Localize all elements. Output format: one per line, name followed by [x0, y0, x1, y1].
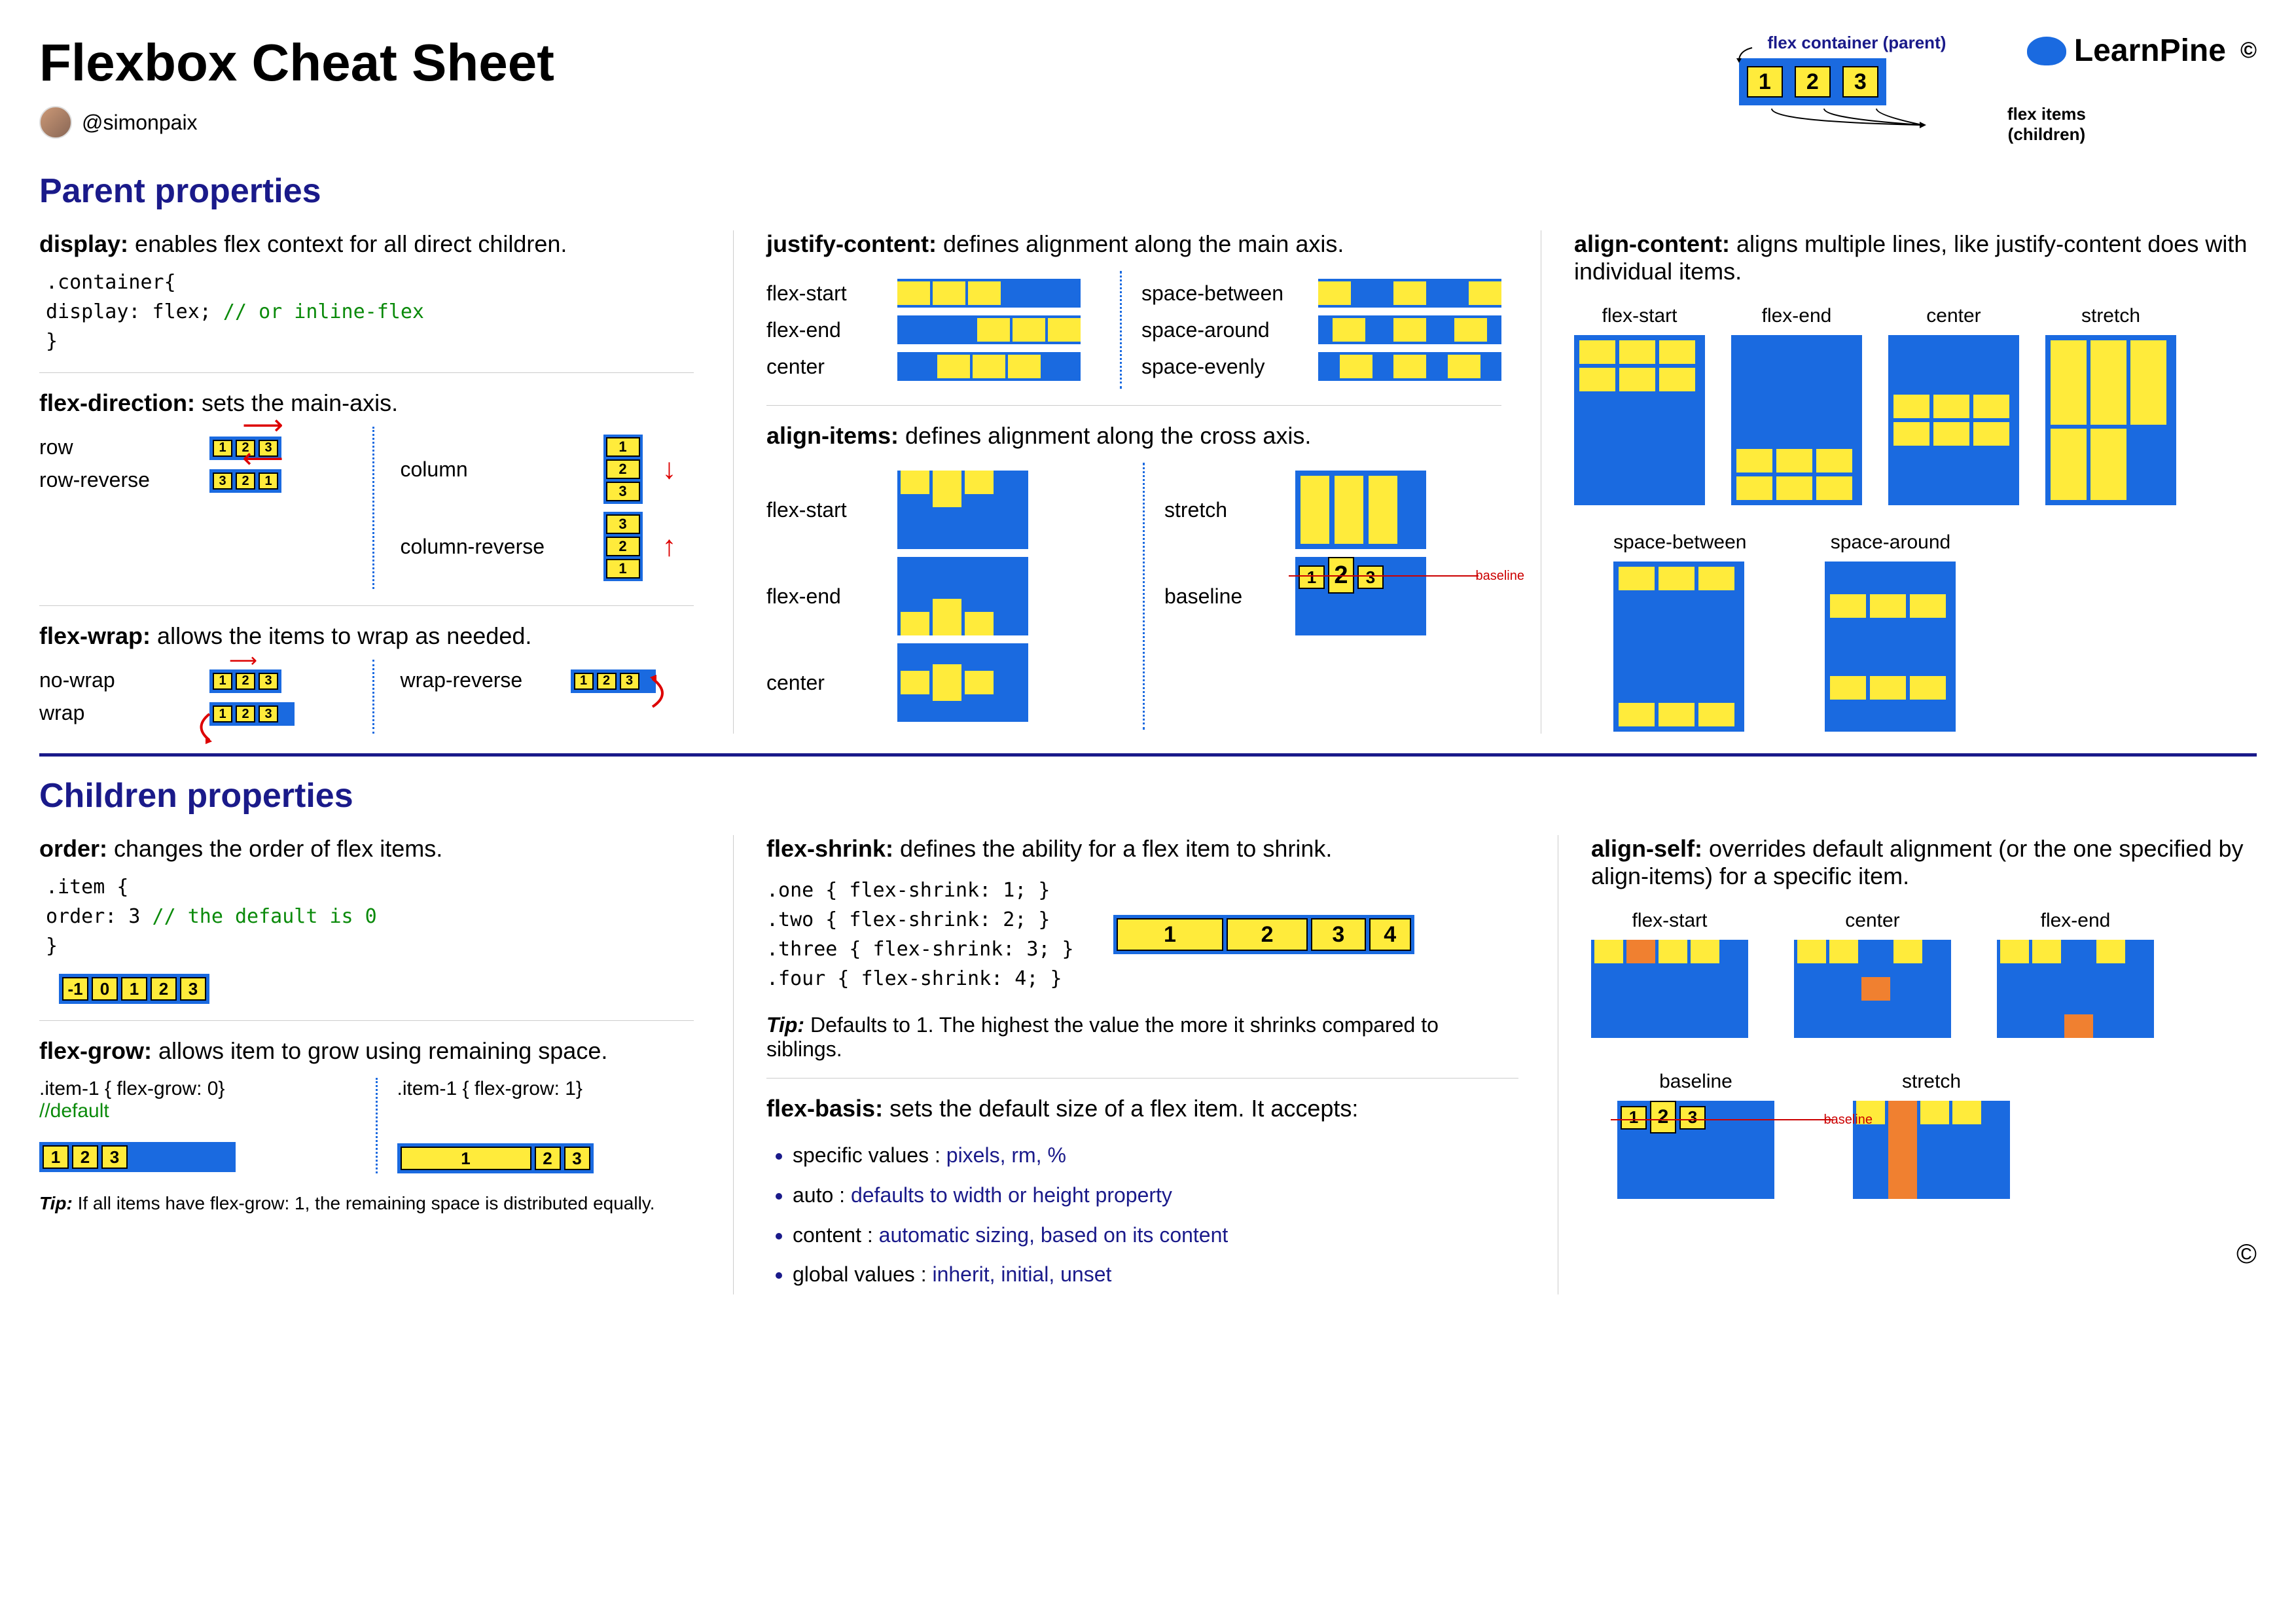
- page-title: Flexbox Cheat Sheet: [39, 33, 554, 93]
- copyright-icon: ©: [2240, 38, 2257, 63]
- align-items-block: align-items: defines alignment along the…: [766, 422, 1501, 730]
- legend-diagram: flex container (parent) 1 2 3 flex items…: [1739, 33, 1975, 138]
- display-block: display: enables flex context for all di…: [39, 230, 694, 356]
- avatar: [39, 106, 72, 139]
- copyright-footer: ©: [1591, 1238, 2257, 1270]
- flex-grow-block: flex-grow: allows item to grow using rem…: [39, 1037, 694, 1214]
- flex-wrap-block: flex-wrap: allows the items to wrap as n…: [39, 622, 694, 734]
- author-handle: @simonpaix: [82, 111, 198, 135]
- justify-content-block: justify-content: defines alignment along…: [766, 230, 1501, 389]
- author: @simonpaix: [39, 106, 554, 139]
- align-self-block: align-self: overrides default alignment …: [1591, 835, 2257, 1199]
- legend-container-label: flex container (parent): [1739, 33, 1975, 53]
- brand-logo: LearnPine ©: [2027, 33, 2257, 69]
- header: Flexbox Cheat Sheet @simonpaix flex cont…: [39, 33, 2257, 158]
- flex-direction-block: flex-direction: sets the main-axis. row …: [39, 389, 694, 589]
- logo-icon: [2027, 37, 2066, 65]
- flex-basis-block: flex-basis: sets the default size of a f…: [766, 1095, 1518, 1294]
- align-content-block: align-content: aligns multiple lines, li…: [1574, 230, 2257, 732]
- order-block: order: changes the order of flex items. …: [39, 835, 694, 1004]
- flex-shrink-block: flex-shrink: defines the ability for a f…: [766, 835, 1518, 1061]
- section-children-title: Children properties: [39, 776, 2257, 815]
- section-parent-title: Parent properties: [39, 171, 2257, 211]
